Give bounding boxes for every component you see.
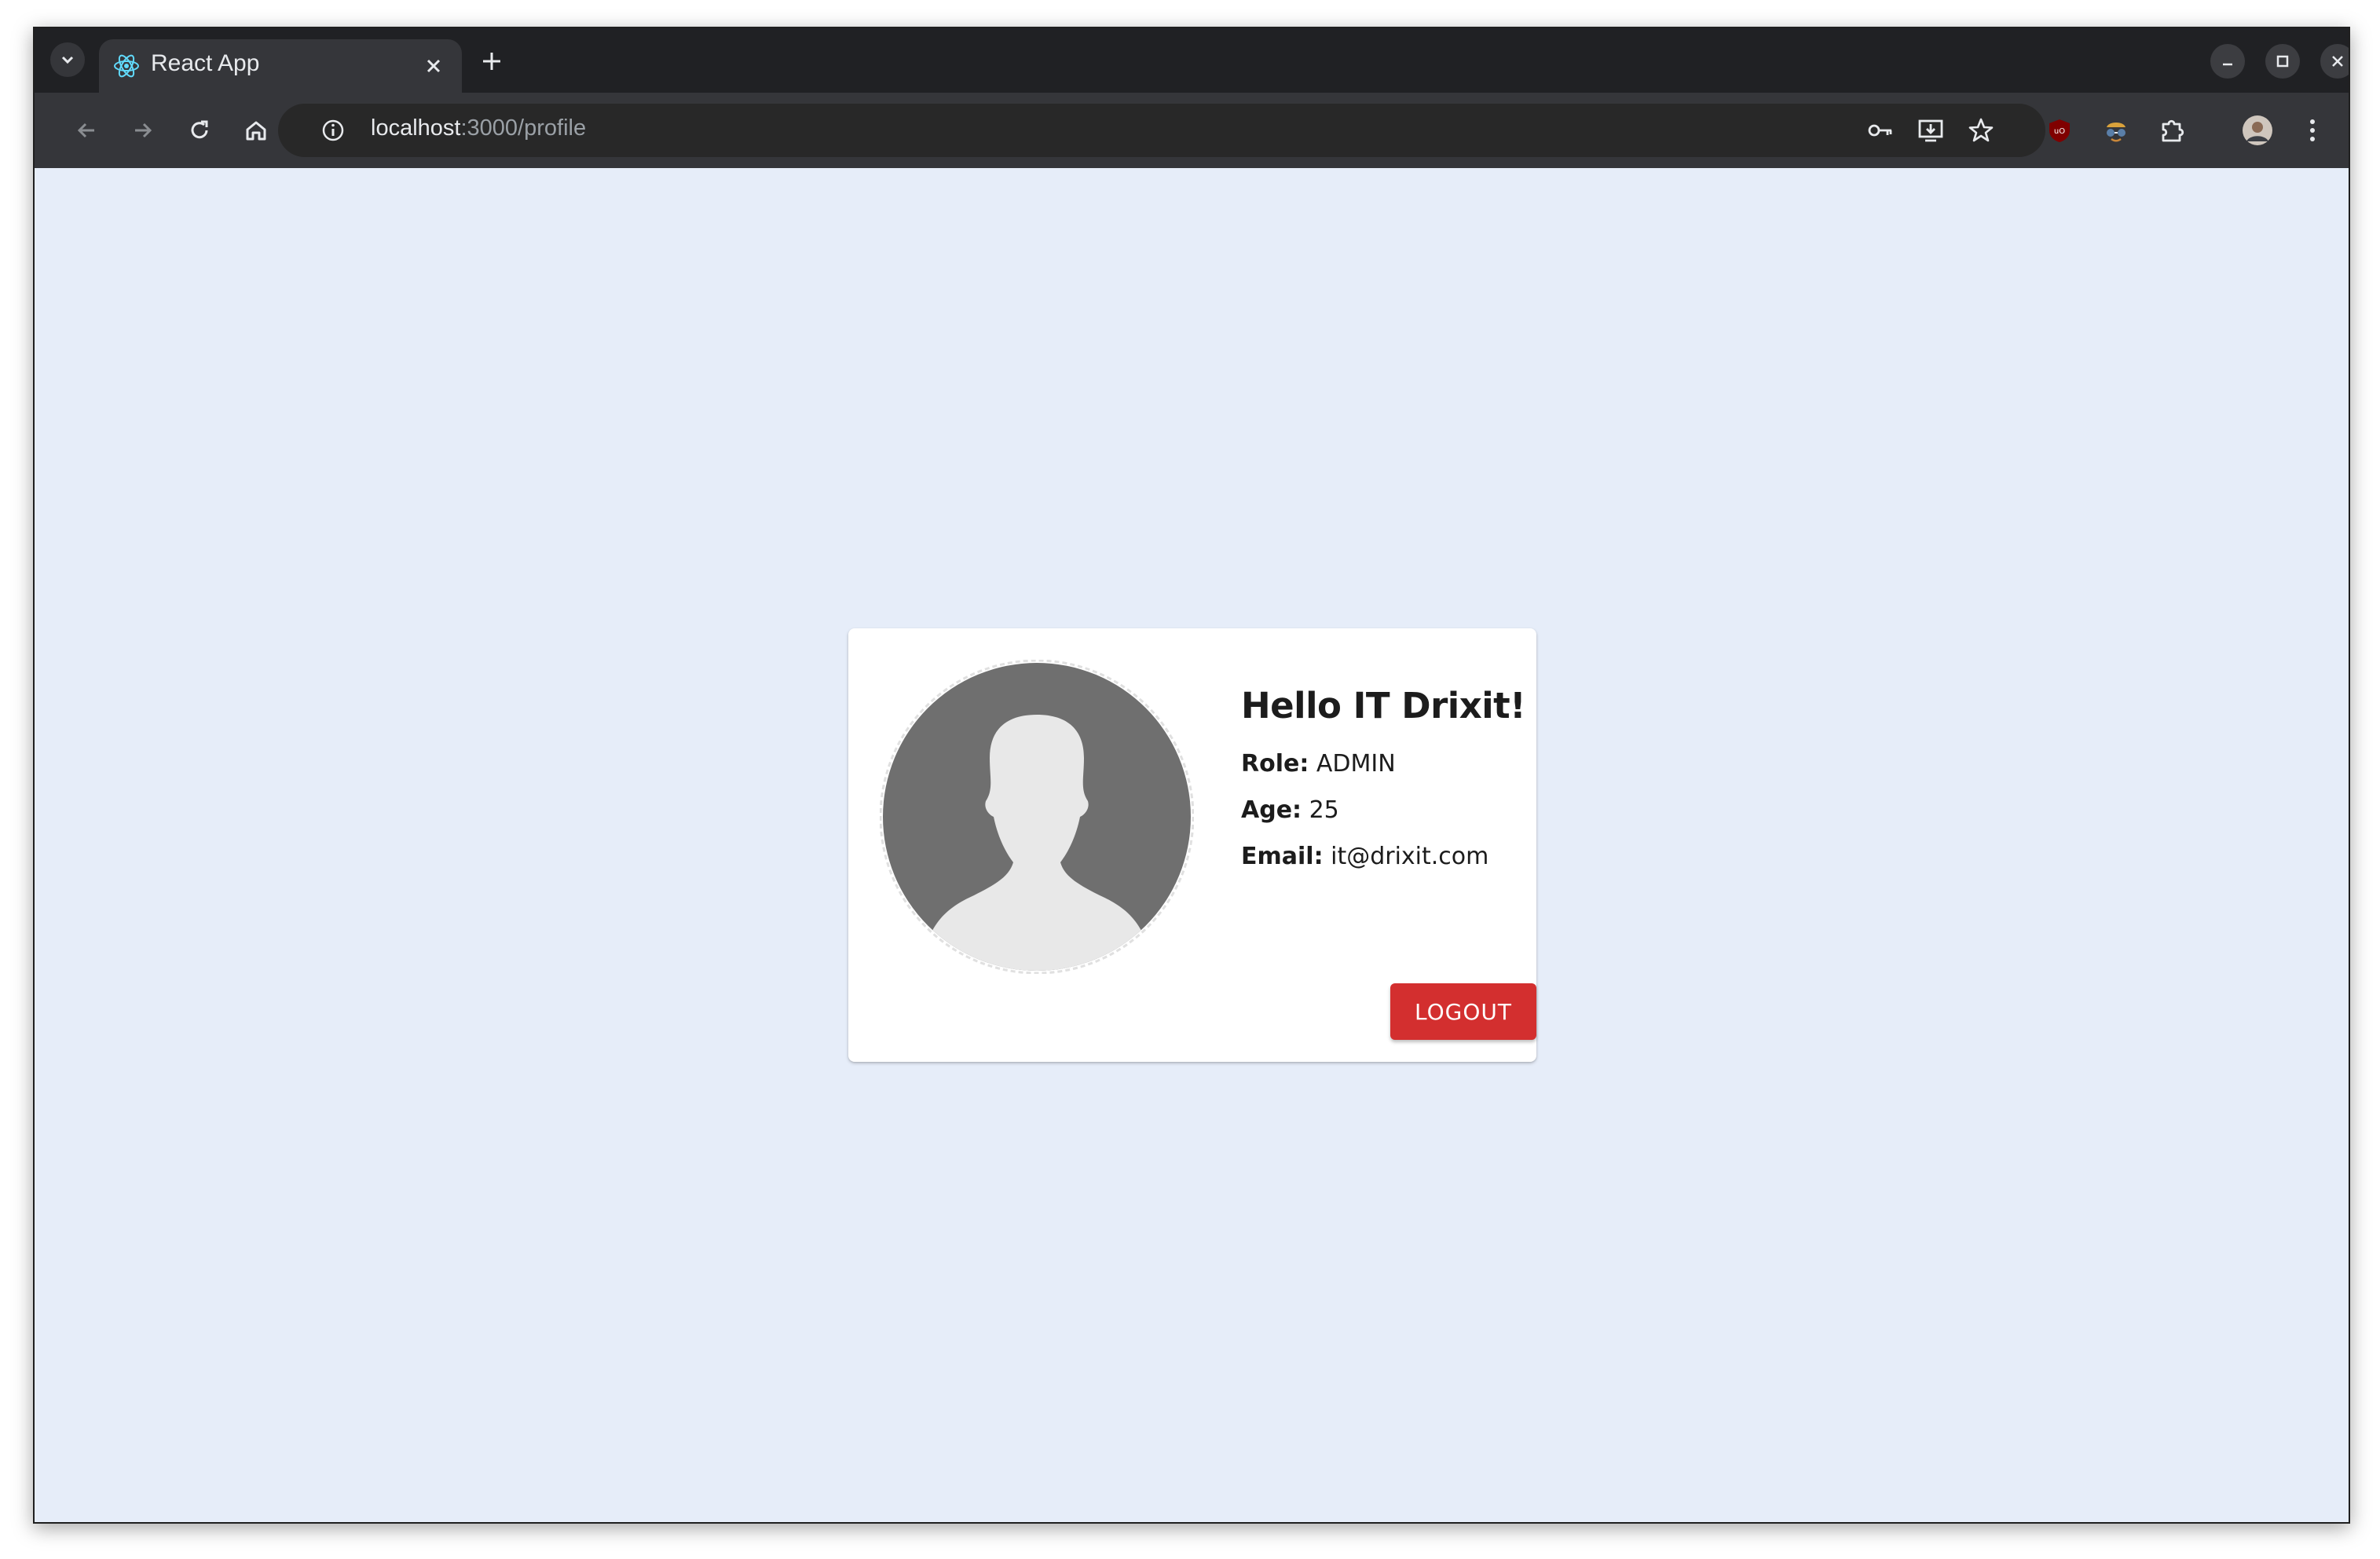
new-tab-button[interactable] — [474, 44, 509, 79]
home-icon — [246, 121, 266, 141]
email-label: Email: — [1241, 843, 1324, 870]
install-app-button[interactable] — [1912, 112, 1950, 149]
back-arrow-icon — [77, 123, 94, 138]
spy-extension-button[interactable] — [2097, 112, 2135, 149]
age-row: Age: 25 — [1241, 796, 1524, 824]
age-value: 25 — [1309, 796, 1339, 824]
tab-close-button[interactable] — [418, 50, 449, 82]
close-window-button[interactable] — [2320, 44, 2349, 79]
profile-info: Hello IT Drixit! Role: ADMIN Age: 25 Ema… — [1241, 685, 1526, 870]
react-icon — [114, 54, 139, 78]
tab-strip: React App — [35, 28, 2349, 93]
plus-icon — [483, 53, 500, 70]
url-host: localhost — [371, 115, 461, 141]
password-key-icon — [1868, 124, 1892, 137]
profile-button[interactable] — [2239, 112, 2276, 149]
user-silhouette-icon — [880, 660, 1194, 974]
reload-button[interactable] — [181, 112, 218, 149]
logout-button[interactable]: LOGOUT — [1390, 983, 1536, 1040]
browser-toolbar: localhost:3000/profile uO — [35, 93, 2349, 170]
profile-card: Hello IT Drixit! Role: ADMIN Age: 25 Ema… — [848, 628, 1536, 1062]
email-row: Email: it@drixit.com — [1241, 843, 1524, 870]
close-icon — [427, 59, 441, 73]
greeting-heading: Hello IT Drixit! — [1241, 685, 1526, 726]
email-value: it@drixit.com — [1331, 843, 1489, 870]
minimize-icon — [2223, 63, 2232, 66]
bookmark-button[interactable] — [1962, 112, 2000, 149]
menu-dots-icon — [2310, 119, 2315, 141]
password-manager-button[interactable] — [1862, 112, 1899, 149]
browser-menu-button[interactable] — [2294, 112, 2331, 149]
url-path: :3000/profile — [460, 115, 587, 141]
bookmark-star-icon — [1968, 118, 1994, 142]
site-info-icon[interactable] — [320, 118, 346, 143]
chevron-down-icon — [61, 56, 74, 64]
install-app-icon — [1918, 119, 1943, 142]
age-label: Age: — [1241, 796, 1302, 824]
browser-window: React App localhost:3000/profile uO Hell… — [33, 27, 2350, 1524]
role-value: ADMIN — [1316, 750, 1396, 778]
tab-search-dropdown-button[interactable] — [50, 42, 85, 77]
role-label: Role: — [1241, 750, 1309, 778]
address-bar[interactable]: localhost:3000/profile — [278, 104, 2045, 157]
reload-icon — [191, 120, 208, 139]
tab-title: React App — [151, 50, 260, 76]
svg-text:uO: uO — [2054, 127, 2065, 136]
maximize-icon — [2276, 55, 2289, 68]
ublock-icon: uO — [2049, 119, 2070, 142]
ublock-extension-button[interactable]: uO — [2041, 112, 2078, 149]
url-text[interactable]: localhost:3000/profile — [371, 115, 586, 141]
extensions-button[interactable] — [2154, 112, 2191, 149]
forward-arrow-icon — [135, 123, 152, 138]
maximize-window-button[interactable] — [2265, 44, 2300, 79]
page-content: Hello IT Drixit! Role: ADMIN Age: 25 Ema… — [35, 168, 2349, 1522]
role-row: Role: ADMIN — [1241, 750, 1524, 778]
back-button[interactable] — [68, 112, 105, 149]
profile-avatar-icon — [2243, 115, 2272, 145]
home-button[interactable] — [237, 112, 275, 149]
minimize-window-button[interactable] — [2210, 44, 2245, 79]
browser-tab-active[interactable]: React App — [99, 39, 462, 93]
close-icon — [2332, 56, 2343, 67]
forward-button[interactable] — [124, 112, 162, 149]
extensions-puzzle-icon — [2162, 119, 2184, 142]
extension-spy-icon — [2107, 123, 2126, 142]
